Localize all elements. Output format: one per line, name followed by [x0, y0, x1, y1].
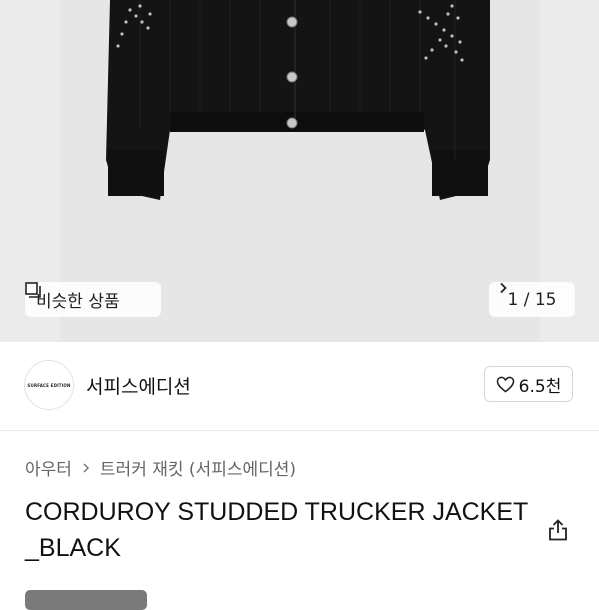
image-counter-button[interactable]: 1 / 15	[489, 282, 575, 317]
share-icon[interactable]	[546, 518, 570, 542]
breadcrumb-category[interactable]: 아우터	[25, 455, 72, 480]
similar-products-button[interactable]: 비슷한 상품	[25, 282, 161, 317]
similar-icon	[25, 282, 41, 298]
brand-name[interactable]: 서피스에디션	[86, 372, 191, 399]
product-image-carousel[interactable]: 비슷한 상품 1 / 15	[0, 0, 599, 342]
similar-products-label: 비슷한 상품	[36, 292, 120, 312]
product-title: CORDUROY STUDDED TRUCKER JACKET_BLACK	[25, 498, 529, 562]
heart-icon	[496, 376, 514, 393]
brand-logo[interactable]: SURFACE EDITION	[24, 360, 74, 410]
divider	[0, 430, 599, 431]
image-counter: 1 / 15	[507, 289, 557, 310]
like-count: 6.5천	[518, 376, 562, 397]
chevron-right-icon	[500, 282, 507, 294]
chevron-right-icon	[83, 462, 89, 473]
tag-badge	[25, 590, 147, 610]
like-button[interactable]: 6.5천	[484, 366, 573, 402]
breadcrumb-subcategory[interactable]: 트러커 재킷 (서피스에디션)	[100, 455, 296, 480]
breadcrumb: 아우터 트러커 재킷 (서피스에디션)	[25, 455, 296, 480]
brand-logo-text: SURFACE EDITION	[27, 382, 71, 388]
brand-row[interactable]: SURFACE EDITION 서피스에디션 6.5천	[0, 342, 599, 430]
